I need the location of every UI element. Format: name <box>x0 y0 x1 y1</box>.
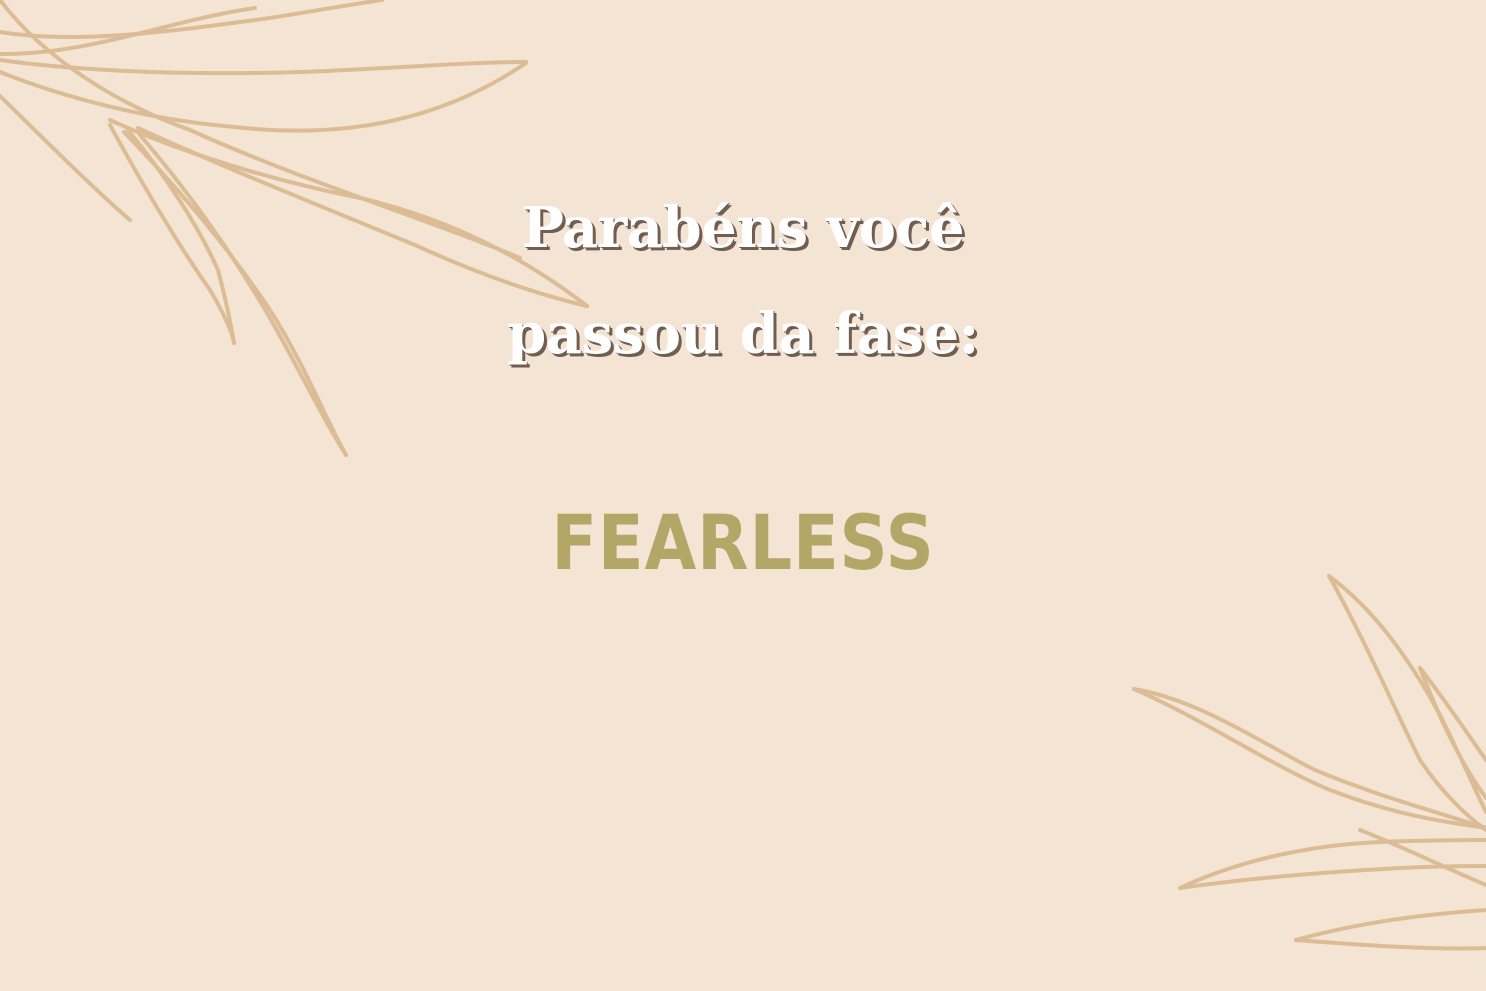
congratulations-line-1: Parabéns você <box>521 195 965 261</box>
congratulations-line-2: passou da fase: <box>507 301 979 367</box>
bottom-right-leaf-branch-icon <box>1132 574 1486 951</box>
leaf-decoration-layer <box>0 0 1486 951</box>
stage-name: FEARLESS <box>551 498 935 587</box>
